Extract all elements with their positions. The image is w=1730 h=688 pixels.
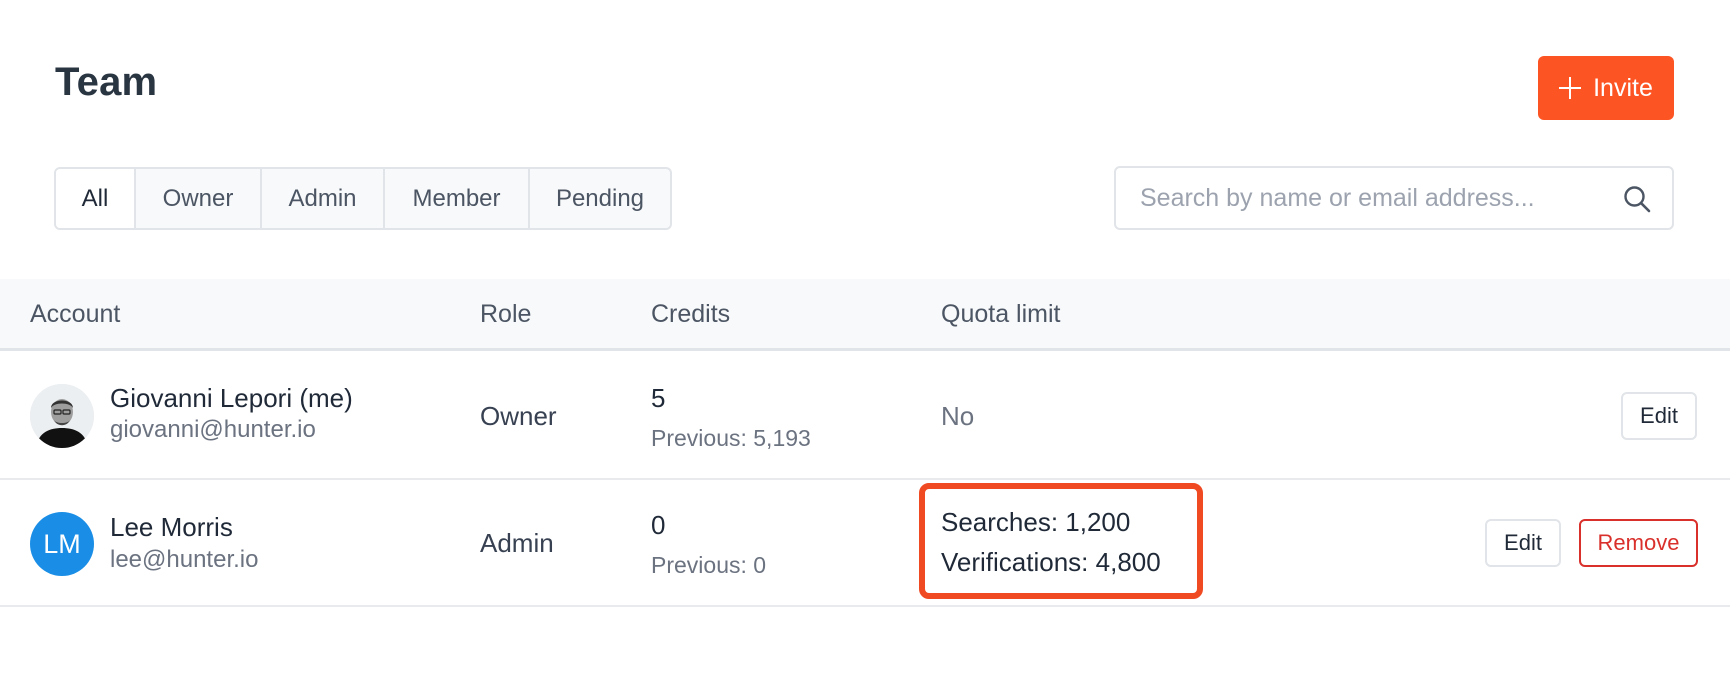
credits-previous: Previous: 5,193 — [651, 425, 811, 451]
account-email: giovanni@hunter.io — [110, 416, 316, 443]
quota-limit-value: No — [941, 401, 975, 431]
avatar — [30, 384, 94, 448]
account-name: Lee Morris — [110, 512, 233, 542]
role-filter-tabs: All Owner Admin Member Pending — [54, 167, 672, 230]
table-header: Account Role Credits Quota limit — [0, 279, 1730, 351]
role-value: Owner — [480, 401, 557, 431]
table-row: LM Lee Morris lee@hunter.io Admin 0 Prev… — [0, 480, 1730, 607]
column-header-account: Account — [30, 300, 121, 328]
tab-member[interactable]: Member — [383, 169, 528, 228]
invite-button[interactable]: Invite — [1538, 56, 1674, 120]
quota-searches: Searches: 1,200 — [941, 507, 1131, 537]
search-box — [1114, 166, 1674, 230]
role-value: Admin — [480, 528, 554, 558]
column-header-quota-limit: Quota limit — [941, 300, 1061, 328]
column-header-credits: Credits — [651, 300, 731, 328]
table-row: Giovanni Lepori (me) giovanni@hunter.io … — [0, 353, 1730, 480]
invite-button-label: Invite — [1593, 73, 1653, 102]
credits-value: 0 — [651, 510, 666, 540]
team-page: Team Invite All Owner Admin Member Pendi… — [0, 0, 1730, 688]
tab-pending[interactable]: Pending — [528, 169, 670, 228]
credits-previous: Previous: 0 — [651, 552, 767, 578]
avatar: LM — [30, 512, 94, 576]
remove-button[interactable]: Remove — [1579, 519, 1698, 567]
tab-all[interactable]: All — [56, 169, 134, 228]
page-title: Team — [55, 60, 158, 104]
search-icon[interactable] — [1622, 184, 1652, 214]
account-email: lee@hunter.io — [110, 546, 259, 573]
account-name: Giovanni Lepori (me) — [110, 383, 353, 413]
edit-button[interactable]: Edit — [1485, 519, 1561, 567]
plus-icon — [1559, 77, 1582, 99]
tab-admin[interactable]: Admin — [260, 169, 383, 228]
credits-value: 5 — [651, 383, 666, 413]
search-input[interactable] — [1140, 183, 1610, 213]
column-header-role: Role — [480, 300, 532, 328]
quota-verifications: Verifications: 4,800 — [941, 547, 1161, 577]
quota-limit-highlight: Searches: 1,200 Verifications: 4,800 — [919, 483, 1203, 599]
edit-button[interactable]: Edit — [1621, 392, 1697, 440]
tab-owner[interactable]: Owner — [134, 169, 260, 228]
